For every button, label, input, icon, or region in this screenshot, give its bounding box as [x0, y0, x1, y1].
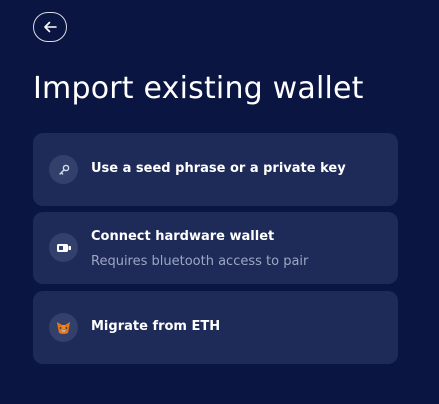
- page-title: Import existing wallet: [33, 71, 364, 106]
- hardware-wallet-option-sublabel: Requires bluetooth access to pair: [91, 254, 309, 269]
- migrate-eth-option-label: Migrate from ETH: [91, 319, 221, 334]
- hardware-wallet-icon: [49, 233, 78, 262]
- back-button[interactable]: [33, 12, 67, 42]
- migrate-eth-option[interactable]: Migrate from ETH: [33, 291, 398, 364]
- hardware-wallet-option-label: Connect hardware wallet: [91, 229, 275, 244]
- key-icon: [49, 155, 78, 184]
- hardware-wallet-option[interactable]: Connect hardware wallet Requires bluetoo…: [33, 212, 398, 284]
- arrow-left-icon: [44, 21, 57, 33]
- seed-phrase-option-label: Use a seed phrase or a private key: [91, 161, 346, 176]
- metamask-fox-icon: [49, 313, 78, 342]
- seed-phrase-option[interactable]: Use a seed phrase or a private key: [33, 133, 398, 206]
